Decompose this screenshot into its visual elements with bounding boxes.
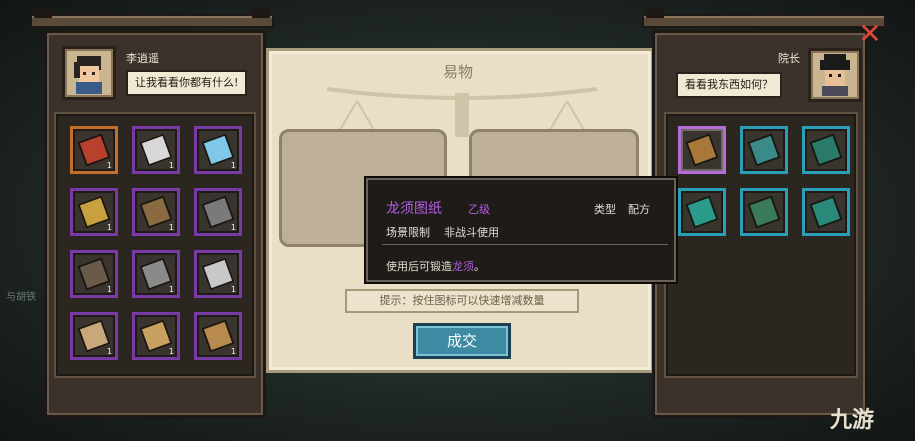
item-count: 1	[230, 347, 236, 356]
treasure-chest-icon	[77, 133, 111, 167]
right-roof-cap-left	[646, 8, 664, 18]
left-roof-cap-left	[34, 8, 52, 18]
tooltip-type-value: 配方	[628, 203, 650, 216]
bronze-plate-icon	[139, 195, 173, 229]
player-item-slot[interactable]: 1	[194, 126, 242, 174]
item-count: 1	[168, 347, 174, 356]
item-count: 1	[168, 161, 174, 170]
merchant-item-slot[interactable]	[740, 188, 788, 236]
player-avatar-icon	[74, 56, 102, 94]
tooltip-type-label: 类型	[594, 203, 616, 216]
item-count: 1	[230, 161, 236, 170]
tooltip-desc-highlight: 龙须	[452, 260, 474, 273]
blueprint-paper-icon	[201, 319, 235, 353]
tooltip-desc-suffix: 。	[474, 260, 485, 273]
merchant-speech-bubble: 看看我东西如何？	[676, 72, 782, 98]
green-book-icon	[747, 133, 781, 167]
player-item-slot[interactable]: 1	[194, 188, 242, 236]
tooltip-scene-value: 非战斗使用	[444, 226, 499, 239]
grey-stone-icon	[201, 195, 235, 229]
merchant-name: 院长	[778, 52, 800, 65]
item-count: 1	[230, 285, 236, 294]
deal-button[interactable]: 成交	[413, 323, 511, 359]
close-icon: ✕	[858, 17, 882, 50]
player-item-slot[interactable]: 1	[70, 188, 118, 236]
item-count: 1	[168, 285, 174, 294]
merchant-portrait	[808, 48, 862, 102]
hint-bar: 提示：按住图标可以快速增减数量	[345, 289, 579, 313]
item-count: 1	[106, 347, 112, 356]
player-item-slot[interactable]: 1	[132, 312, 180, 360]
item-count: 1	[168, 223, 174, 232]
left-panel-roof	[30, 14, 274, 28]
player-speech-bubble: 让我看看你都有什么!	[126, 70, 248, 96]
green-book-icon	[747, 195, 781, 229]
item-tooltip: 龙须图纸 乙级 类型 配方 场景限制 非战斗使用 使用后可锻造龙须。	[366, 178, 676, 282]
merchant-item-slot[interactable]	[678, 188, 726, 236]
player-item-slot[interactable]: 1	[70, 250, 118, 298]
merchant-avatar-icon	[820, 54, 850, 96]
player-item-slot[interactable]: 1	[194, 312, 242, 360]
player-item-slot[interactable]: 1	[70, 126, 118, 174]
item-count: 1	[230, 223, 236, 232]
merchant-item-slot[interactable]	[740, 126, 788, 174]
player-portrait	[62, 46, 116, 100]
player-item-slot[interactable]: 1	[70, 312, 118, 360]
player-name: 李逍遥	[126, 52, 159, 65]
silver-key-icon	[201, 257, 235, 291]
pattern-paper-icon	[139, 319, 173, 353]
clay-jar-icon	[77, 257, 111, 291]
scale-beam-icon	[326, 87, 598, 137]
item-count: 1	[106, 161, 112, 170]
player-item-slot[interactable]: 1	[132, 250, 180, 298]
watermark-logo: 九游	[830, 408, 875, 433]
tooltip-scene-label: 场景限制	[386, 226, 430, 239]
sword-blade-icon	[139, 133, 173, 167]
merchant-item-slot[interactable]	[802, 188, 850, 236]
right-panel-roof	[642, 14, 886, 28]
merchant-item-slot[interactable]	[678, 126, 726, 174]
merchant-inventory-grid	[664, 112, 858, 378]
close-button[interactable]: ✕	[856, 20, 884, 48]
green-book-icon	[685, 195, 719, 229]
merchant-item-slot[interactable]	[802, 126, 850, 174]
item-count: 1	[106, 285, 112, 294]
green-book-icon	[809, 133, 843, 167]
tooltip-desc-prefix: 使用后可锻造	[386, 260, 452, 273]
player-item-slot[interactable]: 1	[132, 126, 180, 174]
player-inventory-grid: 1 1 1 1 1 1 1 1 1 1 1 1	[54, 112, 256, 378]
tooltip-item-name: 龙须图纸	[386, 201, 442, 217]
player-item-slot[interactable]: 1	[194, 250, 242, 298]
blue-gem-icon	[201, 133, 235, 167]
scroll-icon	[77, 319, 111, 353]
tooltip-item-grade: 乙级	[468, 203, 490, 216]
left-roof-cap-right	[252, 8, 270, 18]
background-faint-text: 与胡铁	[6, 292, 36, 303]
player-item-slot[interactable]: 1	[132, 188, 180, 236]
green-book-icon	[809, 195, 843, 229]
tooltip-divider	[382, 244, 668, 245]
gold-ornament-icon	[77, 195, 111, 229]
tooltip-description: 使用后可锻造龙须。	[386, 258, 485, 274]
item-count: 1	[106, 223, 112, 232]
iron-bar-icon	[139, 257, 173, 291]
brush-scroll-icon	[685, 133, 719, 167]
